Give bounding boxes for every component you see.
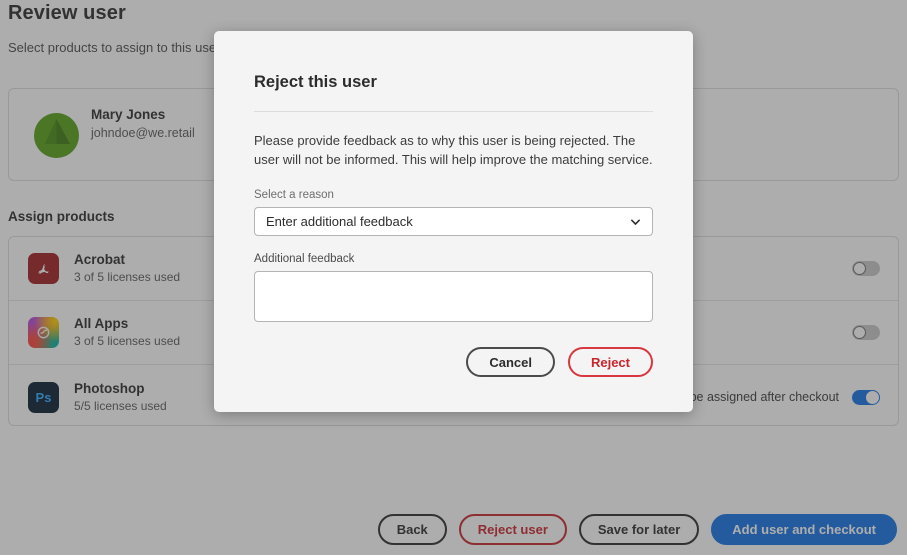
cancel-button[interactable]: Cancel bbox=[466, 347, 555, 377]
reject-button[interactable]: Reject bbox=[567, 347, 653, 377]
chevron-down-icon bbox=[631, 219, 640, 225]
additional-feedback-input[interactable] bbox=[254, 271, 653, 322]
dialog-description: Please provide feedback as to why this u… bbox=[254, 133, 653, 167]
dialog-actions: Cancel Reject bbox=[254, 347, 653, 377]
dialog-divider bbox=[254, 111, 653, 112]
app-root: Review user Select products to assign to… bbox=[0, 0, 907, 555]
dialog-title: Reject this user bbox=[254, 73, 377, 91]
additional-feedback-label: Additional feedback bbox=[254, 253, 355, 265]
reject-user-dialog: Reject this user Please provide feedback… bbox=[214, 31, 693, 412]
select-reason-dropdown[interactable]: Enter additional feedback bbox=[254, 207, 653, 236]
select-reason-value: Enter additional feedback bbox=[266, 214, 413, 229]
select-reason-label: Select a reason bbox=[254, 189, 334, 201]
